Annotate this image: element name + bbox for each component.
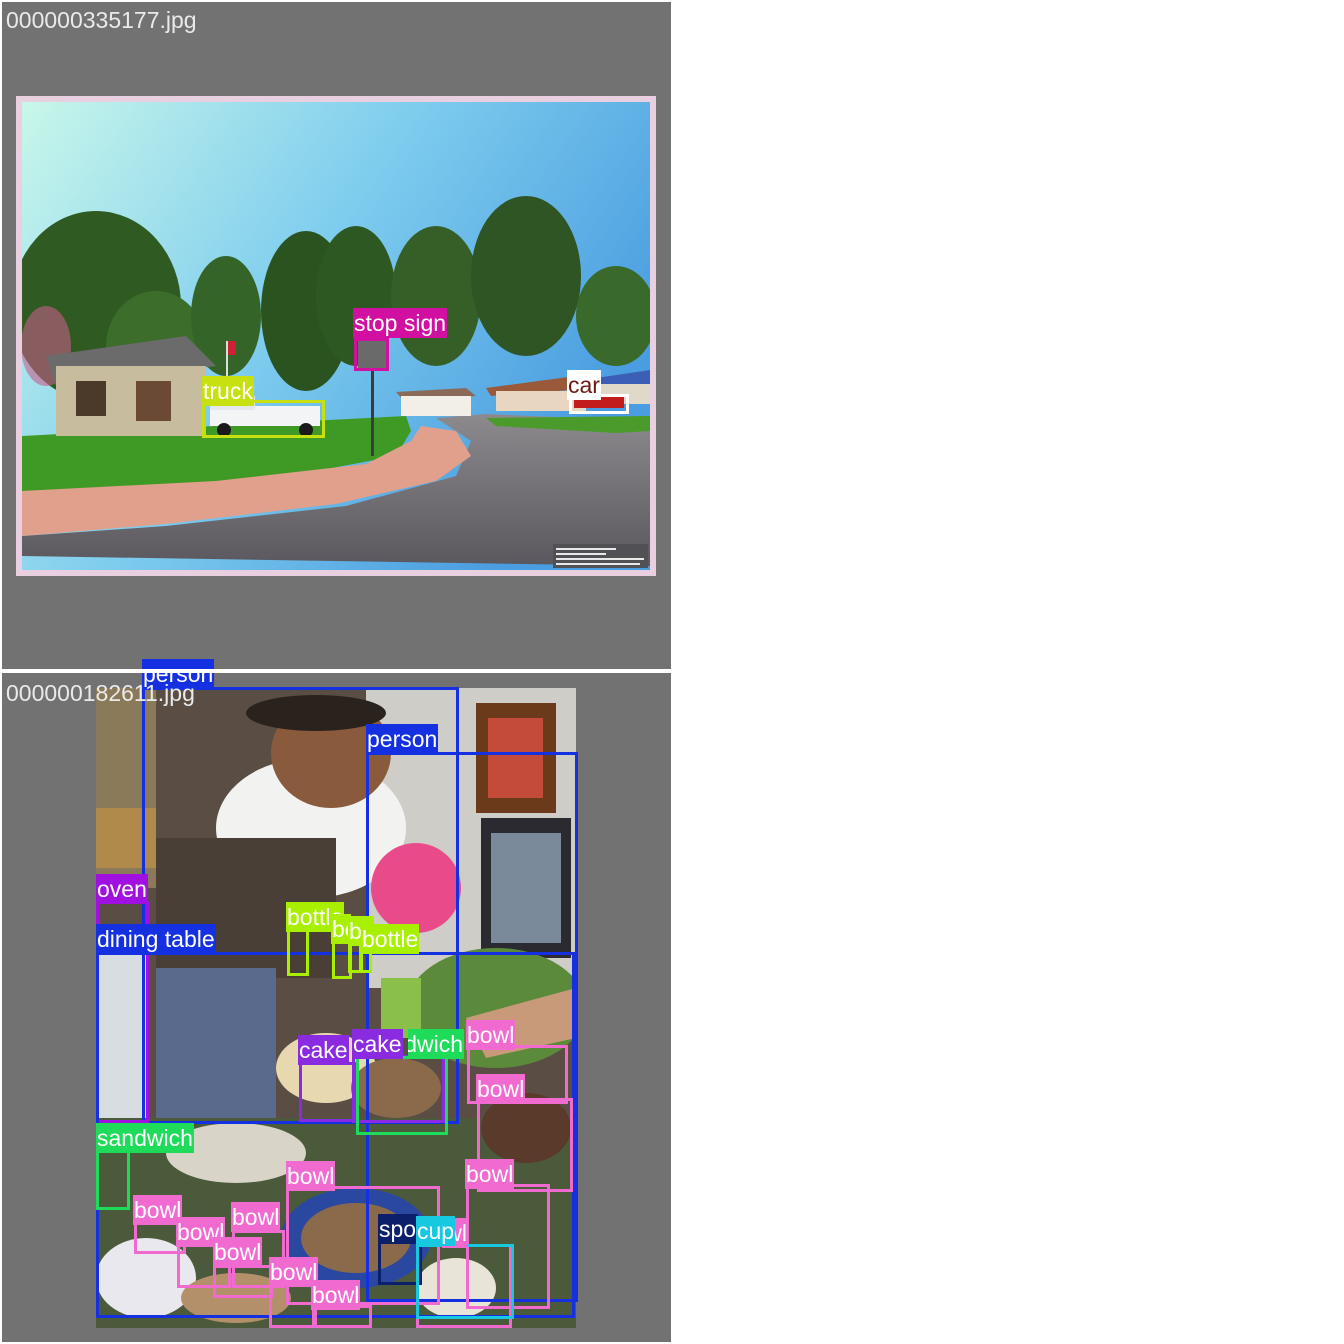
detection-label-bottle: bottle xyxy=(361,924,420,954)
detection-label-stop-sign: stop sign xyxy=(353,308,448,338)
bbox-cake xyxy=(299,1062,356,1122)
detection-label-car: car xyxy=(567,370,601,400)
bbox-stop-sign xyxy=(354,338,389,371)
image-panel-1: 000000335177.jpg stop sign truck car xyxy=(2,2,671,669)
bbox-bowl xyxy=(269,1284,317,1328)
detection-label-sandwich: sandwich xyxy=(408,1029,464,1059)
detection-label-bowl: bowl xyxy=(476,1074,526,1104)
panel-separator xyxy=(0,669,672,673)
filename-label: 000000335177.jpg xyxy=(6,7,197,33)
detection-label-bowl: bowl xyxy=(213,1237,263,1267)
detection-label-cup: cup xyxy=(416,1216,456,1246)
bbox-bowl xyxy=(213,1265,273,1298)
bbox-bottle xyxy=(360,951,372,973)
detection-label-dining-table: dining table xyxy=(96,924,216,954)
detection-label-spoon: spoon xyxy=(378,1214,418,1244)
bbox-cup xyxy=(416,1244,514,1319)
detection-label-sandwich: sandwich xyxy=(96,1123,194,1153)
detection-label-bowl: bowl xyxy=(465,1159,515,1189)
detection-label-cake: cake xyxy=(352,1029,403,1059)
street-photo xyxy=(16,96,656,576)
detection-label-bowl: bowl xyxy=(311,1280,361,1310)
detection-label-person: person xyxy=(366,724,439,754)
detection-label-bowl: bowl xyxy=(133,1195,183,1225)
detection-label-truck: truck xyxy=(202,376,254,406)
detection-label-bowl: bowl xyxy=(231,1202,281,1232)
detection-label-bowl: bowl xyxy=(466,1020,516,1050)
bbox-bottle xyxy=(287,927,309,976)
detection-label-oven: oven xyxy=(96,874,148,904)
bbox-sandwich xyxy=(356,1056,448,1135)
detection-label-bowl: bowl xyxy=(286,1161,336,1191)
street-scene-illustration xyxy=(16,96,656,576)
image-panel-2: 000000182611.jpg person person oven dini… xyxy=(2,659,671,1342)
bbox-sandwich xyxy=(96,1149,130,1210)
filename-label: 000000182611.jpg xyxy=(6,680,195,706)
detection-label-cake: cake xyxy=(298,1035,349,1065)
